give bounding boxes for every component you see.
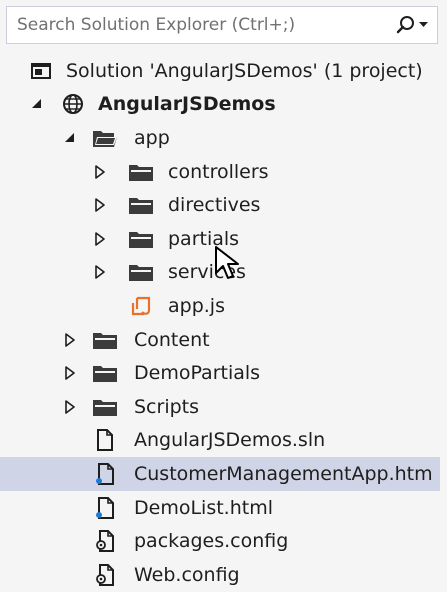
folder-icon (128, 192, 154, 218)
folder-open-icon (92, 125, 118, 151)
web-project-icon (60, 91, 86, 117)
tree-item-label: DemoList.html (134, 496, 273, 519)
tree-item[interactable]: AngularJSDemos.sln (0, 424, 447, 458)
tree-item[interactable]: Solution 'AngularJSDemos' (1 project) (0, 54, 447, 88)
tree-item[interactable]: CustomerManagementApp.htm (0, 457, 440, 491)
tree-item-label: app.js (168, 294, 225, 317)
tree-item[interactable]: AngularJSDemos (0, 88, 447, 122)
solution-tree: Solution 'AngularJSDemos' (1 project) Ang… (0, 54, 447, 592)
folder-icon (128, 226, 154, 252)
tree-item[interactable]: app (0, 121, 447, 155)
tree-item[interactable]: services (0, 256, 447, 290)
search-input[interactable] (7, 7, 387, 43)
solution-icon (28, 58, 54, 84)
tree-item-label: directives (168, 194, 261, 217)
tree-item-label: Web.config (134, 563, 240, 586)
tree-item-label: partials (168, 227, 240, 250)
tree-item[interactable]: packages.config (0, 524, 447, 558)
tree-item[interactable]: controllers (0, 155, 447, 189)
search-icon (396, 16, 414, 34)
folder-icon (92, 327, 118, 353)
tree-item-label: DemoPartials (134, 362, 261, 385)
tree-item-label: packages.config (134, 530, 289, 553)
tree-item-label: Scripts (134, 395, 200, 418)
expanded-arrow-icon[interactable] (30, 97, 44, 111)
folder-icon (92, 360, 118, 386)
config-file-icon (92, 528, 118, 554)
collapsed-arrow-icon[interactable] (93, 164, 107, 179)
tree-item[interactable]: Content (0, 323, 447, 357)
html-file-icon (92, 495, 118, 521)
expanded-arrow-icon[interactable] (63, 131, 77, 145)
tree-item[interactable]: app.js (0, 289, 447, 323)
collapsed-arrow-icon[interactable] (93, 198, 107, 212)
tree-item[interactable]: partials (0, 222, 447, 256)
tree-item-label: app (134, 126, 170, 149)
collapsed-arrow-icon[interactable] (93, 265, 107, 280)
collapsed-arrow-icon[interactable] (63, 332, 77, 347)
solution-explorer-panel: Solution 'AngularJSDemos' (1 project) Ang… (0, 0, 447, 590)
tree-item-label: Solution 'AngularJSDemos' (1 project) (66, 59, 423, 82)
tree-item-label: Content (134, 328, 210, 351)
js-file-icon (128, 293, 154, 319)
chevron-down-icon (419, 22, 428, 27)
search-button[interactable] (387, 7, 437, 43)
folder-icon (128, 159, 154, 185)
folder-icon (92, 394, 118, 420)
tree-item-label: CustomerManagementApp.htm (134, 462, 433, 485)
tree-item-label: AngularJSDemos (98, 93, 276, 116)
tree-item[interactable]: DemoList.html (0, 491, 447, 525)
tree-item[interactable]: directives (0, 188, 447, 222)
tree-item[interactable]: DemoPartials (0, 356, 447, 390)
collapsed-arrow-icon[interactable] (63, 399, 77, 414)
search-bar (6, 6, 438, 44)
config-file-icon (92, 562, 118, 588)
tree-item-label: services (168, 261, 246, 284)
file-icon (92, 427, 118, 453)
tree-item-label: controllers (168, 160, 269, 183)
tree-item-label: AngularJSDemos.sln (134, 429, 326, 452)
collapsed-arrow-icon[interactable] (93, 231, 107, 246)
tree-item[interactable]: Scripts (0, 390, 447, 424)
html-file-icon (92, 461, 118, 487)
tree-item[interactable]: Web.config (0, 558, 447, 592)
folder-icon (128, 259, 154, 285)
collapsed-arrow-icon[interactable] (63, 366, 77, 380)
